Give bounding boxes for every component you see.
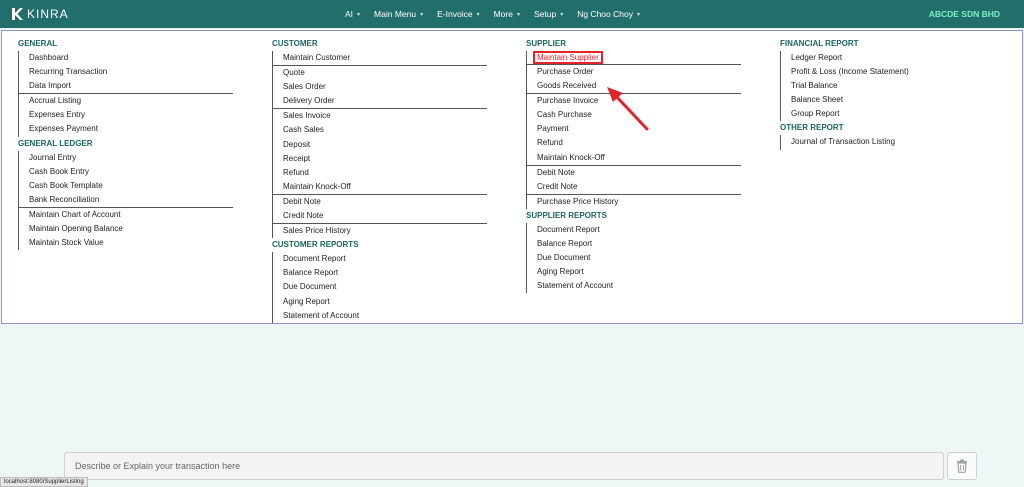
menu-item-statement-of-account[interactable]: Statement of Account (537, 279, 766, 293)
menu-item-due-document[interactable]: Due Document (283, 280, 512, 294)
menu-item-maintain-chart-of-account[interactable]: Maintain Chart of Account (29, 208, 258, 222)
menu-item-document-report[interactable]: Document Report (283, 252, 512, 266)
menu-item-data-import[interactable]: Data Import (29, 79, 258, 93)
menu-item-aging-report[interactable]: Aging Report (537, 265, 766, 279)
menu-item-balance-sheet[interactable]: Balance Sheet (791, 93, 1020, 107)
menu-item-trial-balance[interactable]: Trial Balance (791, 79, 1020, 93)
menu-column-reports: FINANCIAL REPORT Ledger Report Profit & … (780, 37, 1020, 150)
nav-user[interactable]: Ng Choo Choy ▾ (577, 9, 640, 19)
menu-column-general: GENERAL Dashboard Recurring Transaction … (18, 37, 258, 251)
section-title-general-ledger: GENERAL LEDGER (18, 138, 93, 148)
menu-group: Document Report Balance Report Due Docum… (272, 252, 512, 323)
menu-item-refund[interactable]: Refund (537, 136, 766, 150)
section-title-customer-reports: CUSTOMER REPORTS (272, 240, 359, 250)
menu-item-maintain-knock-off[interactable]: Maintain Knock-Off (537, 151, 766, 165)
menu-item-journal-of-transaction-listing[interactable]: Journal of Transaction Listing (791, 135, 1020, 149)
menu-item-delivery-order[interactable]: Delivery Order (283, 94, 512, 108)
menu-item-bank-reconciliation[interactable]: Bank Reconciliation (29, 193, 258, 207)
menu-item-credit-note[interactable]: Credit Note (283, 209, 512, 223)
menu-item-accrual-listing[interactable]: Accrual Listing (29, 94, 258, 108)
menu-item-purchase-price-history[interactable]: Purchase Price History (537, 195, 766, 209)
section-title-customer: CUSTOMER (272, 39, 318, 48)
section-title-supplier-reports: SUPPLIER REPORTS (526, 210, 607, 220)
menu-item-maintain-opening-balance[interactable]: Maintain Opening Balance (29, 222, 258, 236)
nav-label: More (493, 9, 513, 19)
menu-item-maintain-supplier[interactable]: Maintain Supplier (533, 51, 603, 64)
caret-down-icon: ▾ (476, 11, 480, 18)
menu-column-supplier: SUPPLIER Maintain Supplier Purchase Orde… (526, 37, 766, 294)
nav-e-invoice[interactable]: E-Invoice ▾ (437, 9, 479, 19)
transaction-description-box (64, 452, 944, 480)
menu-item-purchase-order[interactable]: Purchase Order (537, 65, 766, 79)
menu-item-ledger-report[interactable]: Ledger Report (791, 51, 1020, 65)
menu-item-debit-note[interactable]: Debit Note (537, 166, 766, 180)
menu-item-balance-report[interactable]: Balance Report (537, 237, 766, 251)
nav-main-menu[interactable]: Main Menu ▾ (374, 9, 423, 19)
menu-item-balance-report[interactable]: Balance Report (283, 266, 512, 280)
nav-label: Main Menu (374, 9, 417, 19)
nav-setup[interactable]: Setup ▾ (534, 9, 563, 19)
menu-item-recurring-transaction[interactable]: Recurring Transaction (29, 65, 258, 79)
menu-item-receipt[interactable]: Receipt (283, 152, 512, 166)
menu-item-due-document[interactable]: Due Document (537, 251, 766, 265)
main-menu-dropdown: GENERAL Dashboard Recurring Transaction … (1, 30, 1023, 324)
menu-item-cash-sales[interactable]: Cash Sales (283, 123, 512, 137)
caret-down-icon: ▾ (636, 11, 640, 18)
menu-column-customer: CUSTOMER Maintain Customer Quote Sales O… (272, 37, 512, 323)
menu-item-refund[interactable]: Refund (283, 166, 512, 180)
logo-text: KINRA (27, 7, 69, 21)
caret-down-icon: ▾ (560, 11, 564, 18)
menu-item-document-report[interactable]: Document Report (537, 223, 766, 237)
menu-item-credit-note[interactable]: Credit Note (537, 180, 766, 194)
menu-item-journal-entry[interactable]: Journal Entry (29, 151, 258, 165)
menu-item-debit-note[interactable]: Debit Note (283, 195, 512, 209)
menu-item-cash-book-template[interactable]: Cash Book Template (29, 179, 258, 193)
menu-group: Document Report Balance Report Due Docum… (526, 222, 766, 294)
annotation-arrow-icon (607, 87, 649, 131)
menu-item-maintain-stock-value[interactable]: Maintain Stock Value (29, 236, 258, 250)
menu-item-maintain-customer[interactable]: Maintain Customer (283, 51, 512, 65)
nav-label: AI (345, 9, 354, 19)
menu-group: Dashboard Recurring Transaction Data Imp… (18, 51, 258, 137)
caret-down-icon: ▾ (357, 11, 361, 18)
menu-item-cash-book-entry[interactable]: Cash Book Entry (29, 165, 258, 179)
menu-item-maintain-knock-off[interactable]: Maintain Knock-Off (283, 180, 512, 194)
menu-group: Journal Entry Cash Book Entry Cash Book … (18, 150, 258, 251)
menu-item-aging-report[interactable]: Aging Report (283, 295, 512, 309)
nav-label: Ng Choo Choy (577, 9, 633, 19)
menu-item-group-report[interactable]: Group Report (791, 107, 1020, 121)
menu-item-expenses-payment[interactable]: Expenses Payment (29, 122, 258, 136)
main-nav: AI ▾ Main Menu ▾ E-Invoice ▾ More ▾ Setu… (345, 0, 654, 28)
section-title-other-report: OTHER REPORT (780, 123, 844, 133)
nav-label: Setup (533, 9, 557, 19)
company-name[interactable]: ABCDE SDN BHD (929, 9, 1000, 19)
trash-icon (957, 459, 967, 473)
section-title-financial-report: FINANCIAL REPORT (780, 39, 859, 48)
caret-down-icon: ▾ (420, 11, 424, 18)
caret-down-icon: ▾ (516, 11, 520, 18)
menu-item-sales-order[interactable]: Sales Order (283, 80, 512, 94)
menu-item-quote[interactable]: Quote (283, 66, 512, 80)
menu-group: Ledger Report Profit & Loss (Income Stat… (780, 51, 1020, 122)
kinra-logo-icon (12, 8, 23, 20)
nav-more[interactable]: More ▾ (494, 9, 520, 19)
menu-item-expenses-entry[interactable]: Expenses Entry (29, 108, 258, 122)
menu-item-statement-of-account[interactable]: Statement of Account (283, 309, 512, 323)
menu-group: Maintain Customer Quote Sales Order Deli… (272, 51, 512, 239)
menu-item-profit-and-loss[interactable]: Profit & Loss (Income Statement) (791, 65, 1020, 79)
menu-item-deposit[interactable]: Deposit (283, 138, 512, 152)
top-navbar: KINRA AI ▾ Main Menu ▾ E-Invoice ▾ More … (0, 0, 1024, 28)
status-bar-url: localhost:8080/SupplierListing (0, 477, 88, 487)
menu-item-dashboard[interactable]: Dashboard (29, 51, 258, 65)
kinra-logo[interactable]: KINRA (10, 6, 69, 22)
menu-group: Journal of Transaction Listing (780, 135, 1020, 150)
menu-item-sales-invoice[interactable]: Sales Invoice (283, 109, 512, 123)
section-title-supplier: SUPPLIER (526, 39, 567, 48)
section-title-general: GENERAL (18, 39, 58, 48)
transaction-description-input[interactable] (75, 461, 943, 471)
nav-label: E-Invoice (437, 9, 473, 19)
menu-item-sales-price-history[interactable]: Sales Price History (283, 224, 512, 238)
nav-ai[interactable]: AI ▾ (345, 9, 360, 19)
clear-button[interactable] (947, 452, 977, 480)
